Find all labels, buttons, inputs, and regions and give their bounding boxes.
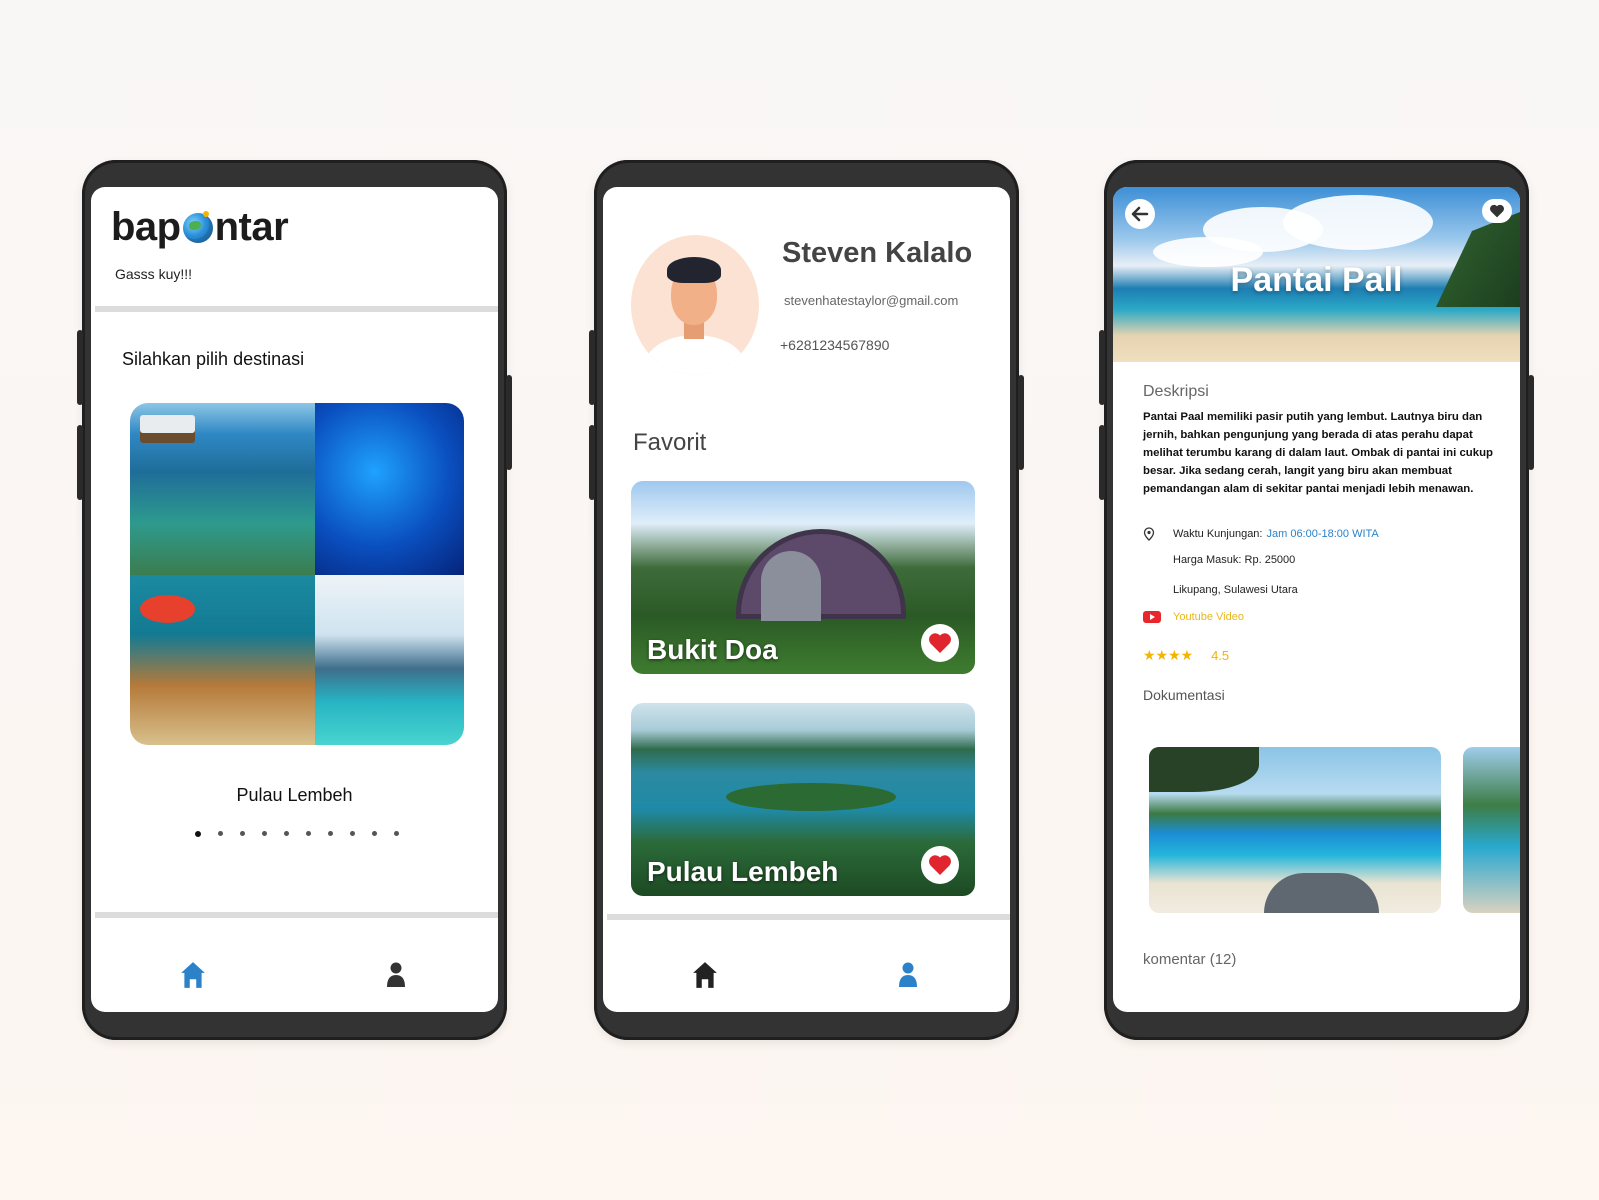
carousel-dot[interactable] <box>372 831 377 836</box>
favorite-name: Pulau Lembeh <box>647 856 839 887</box>
phone-detail: Pantai Pall Deskripsi Pantai Paal memili… <box>1099 160 1534 1040</box>
logo-text-left: bap <box>111 205 181 249</box>
profile-name: Steven Kalalo <box>782 237 973 269</box>
favorite-button[interactable] <box>1482 199 1512 223</box>
header-divider <box>95 306 498 312</box>
carousel-dot[interactable] <box>195 831 201 837</box>
hero-image: Pantai Pall <box>1113 187 1520 362</box>
documentation-photo[interactable] <box>1463 747 1520 913</box>
globe-icon <box>182 212 213 243</box>
side-button <box>1099 330 1105 405</box>
rating: ★★★★ 4.5 <box>1143 647 1229 664</box>
side-button <box>589 330 595 405</box>
bottom-nav <box>603 938 1010 1012</box>
description-title: Deskripsi <box>1143 383 1209 400</box>
favorite-name: Bukit Doa <box>647 634 778 665</box>
carousel-dot[interactable] <box>284 831 289 836</box>
side-button <box>1099 425 1105 500</box>
carousel-dot[interactable] <box>350 831 355 836</box>
avatar <box>631 235 759 375</box>
youtube-row[interactable]: Youtube Video <box>1143 611 1244 623</box>
description-text: Pantai Paal memiliki pasir putih yang le… <box>1143 411 1494 495</box>
youtube-icon <box>1143 611 1173 623</box>
heart-icon <box>1490 204 1504 218</box>
person-icon <box>387 962 406 987</box>
collage-boat <box>130 403 315 575</box>
home-screen: bap ntar Gasss kuy!!! Silahkan pilih des… <box>91 187 498 1012</box>
carousel-dot[interactable] <box>262 831 267 836</box>
favorite-card-pulau-lembeh[interactable]: Pulau Lembeh <box>631 703 975 896</box>
phone-home: bap ntar Gasss kuy!!! Silahkan pilih des… <box>77 160 512 1040</box>
tagline: Gasss kuy!!! <box>115 266 193 282</box>
place-title: Pantai Pall <box>1230 261 1403 299</box>
carousel-dot[interactable] <box>306 831 311 836</box>
nav-divider <box>95 912 498 918</box>
comments-link[interactable]: komentar (12) <box>1143 951 1236 968</box>
side-button <box>1018 375 1024 470</box>
section-label: Silahkan pilih destinasi <box>122 349 305 369</box>
heart-icon <box>929 855 951 875</box>
side-button <box>77 330 83 405</box>
rating-value: 4.5 <box>1211 648 1230 663</box>
favorite-toggle[interactable] <box>921 624 959 662</box>
collage-coral <box>130 575 315 745</box>
home-icon <box>180 962 205 988</box>
carousel-indicator <box>195 831 399 837</box>
nav-profile[interactable] <box>807 938 1011 1012</box>
logo-text-right: ntar <box>214 205 289 249</box>
detail-screen: Pantai Pall Deskripsi Pantai Paal memili… <box>1113 187 1520 1012</box>
back-button[interactable] <box>1125 199 1155 229</box>
carousel-dot[interactable] <box>328 831 333 836</box>
price-row: Harga Masuk: Rp. 25000 <box>1173 554 1296 566</box>
nav-home[interactable] <box>603 938 807 1012</box>
person-icon <box>899 962 918 987</box>
star-icons: ★★★★ <box>1143 647 1194 663</box>
side-button <box>506 375 512 470</box>
documentation-title: Dokumentasi <box>1143 687 1225 703</box>
favorite-toggle[interactable] <box>921 846 959 884</box>
collage-sea <box>315 575 464 745</box>
favorites-title: Favorit <box>633 429 707 456</box>
collage-divers <box>315 403 464 575</box>
destination-image[interactable] <box>130 403 464 745</box>
app-logo: bap ntar <box>111 205 289 250</box>
heart-icon <box>929 633 951 653</box>
documentation-photo[interactable] <box>1149 747 1441 913</box>
favorite-card-bukit-doa[interactable]: Bukit Doa <box>631 481 975 674</box>
bottom-nav <box>91 938 498 1012</box>
location-row: Likupang, Sulawesi Utara <box>1173 584 1298 596</box>
nav-profile[interactable] <box>295 938 499 1012</box>
home-icon <box>692 962 717 988</box>
carousel-dot[interactable] <box>218 831 223 836</box>
side-button <box>77 425 83 500</box>
visit-time-row: Waktu Kunjungan: Jam 06:00-18:00 WITA <box>1143 527 1379 541</box>
side-button <box>589 425 595 500</box>
carousel-dot[interactable] <box>394 831 399 836</box>
profile-screen: Steven Kalalo stevenhatestaylor@gmail.co… <box>603 187 1010 1012</box>
nav-divider <box>607 914 1010 920</box>
carousel-dot[interactable] <box>240 831 245 836</box>
arrow-left-icon <box>1131 206 1149 222</box>
destination-name: Pulau Lembeh <box>236 785 353 805</box>
phone-profile: Steven Kalalo stevenhatestaylor@gmail.co… <box>589 160 1024 1040</box>
nav-home[interactable] <box>91 938 295 1012</box>
profile-phone: +6281234567890 <box>780 337 890 353</box>
youtube-link[interactable]: Youtube Video <box>1173 611 1244 623</box>
side-button <box>1528 375 1534 470</box>
profile-email: stevenhatestaylor@gmail.com <box>784 293 959 308</box>
location-pin-icon <box>1143 527 1173 541</box>
